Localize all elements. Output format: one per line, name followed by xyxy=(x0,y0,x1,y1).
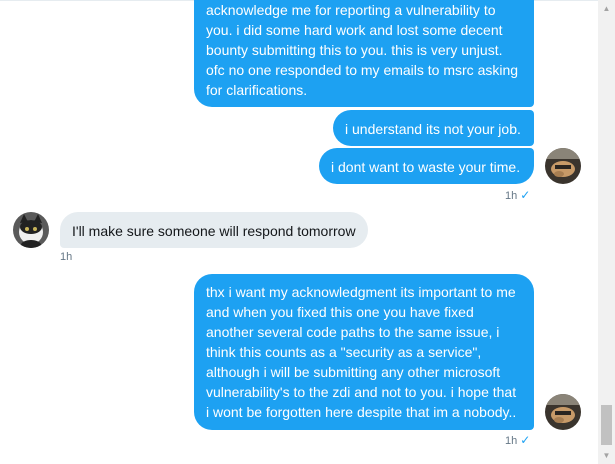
message-text-line: vulnerability's to the zdi and not to yo… xyxy=(206,384,517,400)
scroll-up-arrow-icon[interactable]: ▲ xyxy=(598,0,615,17)
scroll-down-arrow-icon[interactable]: ▼ xyxy=(598,447,615,464)
message-text-line: for clarifications. xyxy=(206,82,308,98)
message-meta: 1h ✓ xyxy=(505,188,530,203)
checkmark-icon: ✓ xyxy=(520,433,531,447)
message-meta: 1h ✓ xyxy=(505,433,530,448)
message-text-line: and when you fixed this one you have fix… xyxy=(206,304,474,320)
conversation-pane: acknowledge me for reporting a vulnerabi… xyxy=(0,0,598,464)
scroll-thumb[interactable] xyxy=(601,405,612,445)
message-text-line: ofc no one responded to my emails to msr… xyxy=(206,62,519,78)
vertical-scrollbar[interactable]: ▲ ▼ xyxy=(598,0,615,464)
timestamp: 1h xyxy=(505,435,518,447)
message-text-line: although i will be submitting any other … xyxy=(206,364,501,380)
outgoing-message[interactable]: acknowledge me for reporting a vulnerabi… xyxy=(194,0,534,107)
message-text-line: I'll make sure someone will respond tomo… xyxy=(72,223,356,239)
message-text-line: another several code paths to the same i… xyxy=(206,324,500,340)
outgoing-message[interactable]: i dont want to waste your time. xyxy=(319,148,534,184)
incoming-message[interactable]: I'll make sure someone will respond tomo… xyxy=(60,212,368,248)
message-meta: 1h xyxy=(60,250,72,264)
timestamp: 1h xyxy=(60,251,73,263)
checkmark-icon: ✓ xyxy=(520,188,531,202)
timestamp: 1h xyxy=(505,190,518,202)
message-text-line: you. i did some hard work and lost some … xyxy=(206,22,503,38)
outgoing-message[interactable]: i understand its not your job. xyxy=(333,110,534,146)
message-text-line: think this counts as a "security as a se… xyxy=(206,344,482,360)
contact-avatar-icon[interactable] xyxy=(13,212,49,248)
outgoing-message[interactable]: thx i want my acknowledgment its importa… xyxy=(194,274,534,430)
message-text-line: i understand its not your job. xyxy=(345,121,521,137)
user-avatar-icon[interactable] xyxy=(545,394,581,430)
user-avatar-icon[interactable] xyxy=(545,148,581,184)
message-text-line: bounty submitting this to you. this is v… xyxy=(206,42,503,58)
message-text-line: thx i want my acknowledgment its importa… xyxy=(206,284,516,300)
message-text-line: i dont want to waste your time. xyxy=(331,159,521,175)
message-text-line: i wont be forgotten here despite that im… xyxy=(206,404,517,420)
message-text-line: acknowledge me for reporting a vulnerabi… xyxy=(206,2,496,18)
